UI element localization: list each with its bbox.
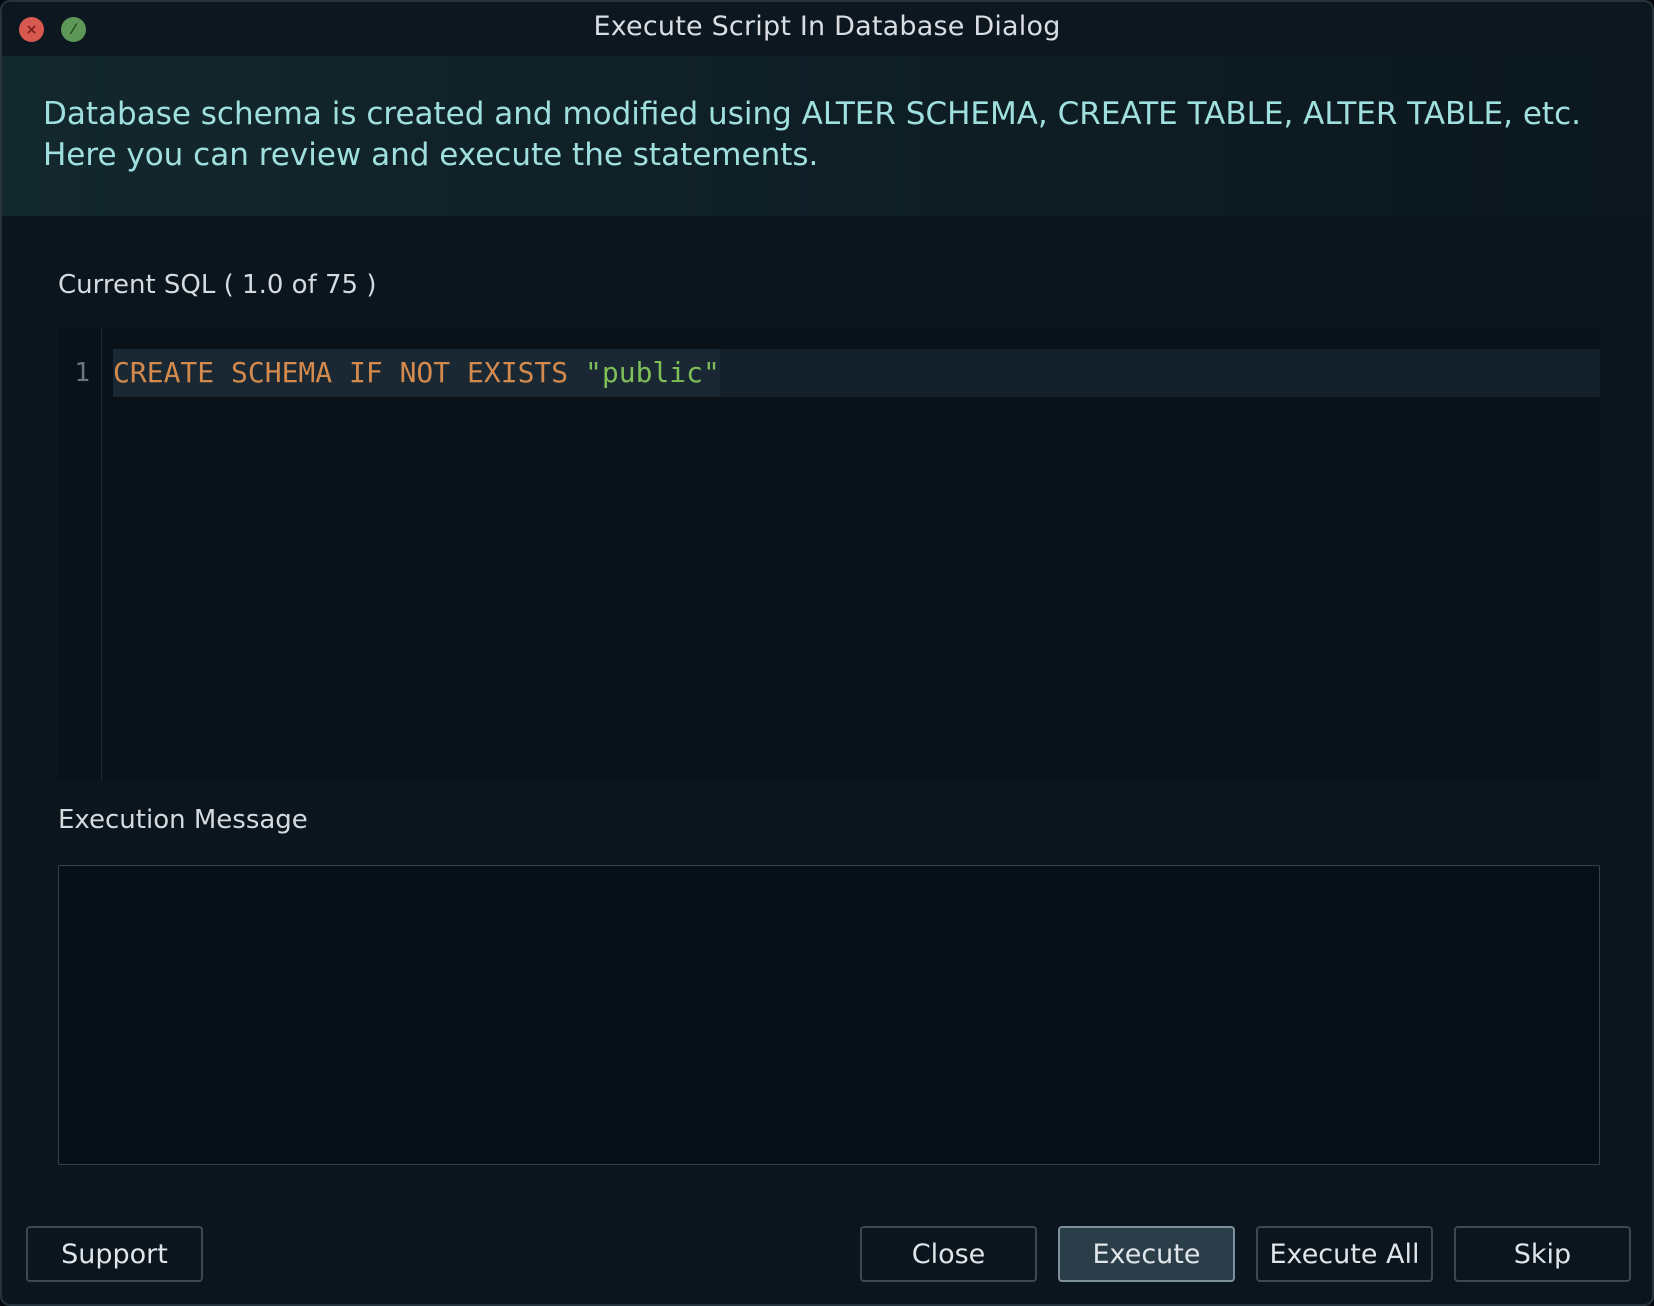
info-banner: Database schema is created and modified … [2, 56, 1652, 216]
close-button[interactable]: Close [860, 1226, 1037, 1282]
editor-gutter: 1 [58, 329, 102, 781]
sql-string-literal: "public" [585, 356, 720, 389]
support-button[interactable]: Support [26, 1226, 203, 1282]
banner-text: Database schema is created and modified … [43, 96, 1581, 173]
window-title: Execute Script In Database Dialog [593, 11, 1061, 42]
title-bar: × ⁄ Execute Script In Database Dialog [2, 2, 1652, 56]
line-number: 1 [74, 358, 90, 388]
skip-button[interactable]: Skip [1454, 1226, 1631, 1282]
dialog-window: × ⁄ Execute Script In Database Dialog Da… [0, 0, 1654, 1306]
execute-all-button[interactable]: Execute All [1256, 1226, 1433, 1282]
sql-editor[interactable]: 1 CREATE SCHEMA IF NOT EXISTS "public" [58, 329, 1600, 781]
execution-message-box[interactable] [58, 865, 1600, 1165]
sql-code-line[interactable]: CREATE SCHEMA IF NOT EXISTS "public" [113, 349, 720, 397]
execute-button[interactable]: Execute [1058, 1226, 1235, 1282]
current-sql-label: Current SQL ( 1.0 of 75 ) [58, 270, 377, 300]
sql-keywords: CREATE SCHEMA IF NOT EXISTS [113, 356, 586, 389]
execution-message-label: Execution Message [58, 805, 308, 835]
